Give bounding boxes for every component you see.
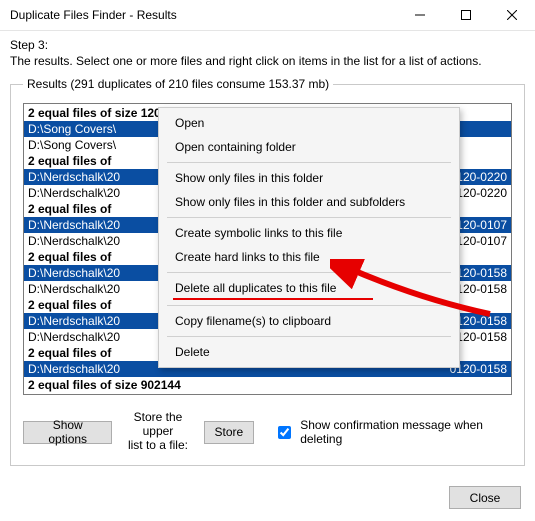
menu-item[interactable]: Create hard links to this file xyxy=(161,245,457,269)
window-controls xyxy=(397,0,535,30)
results-toolbar: Show options Store the upperlist to a fi… xyxy=(23,411,512,452)
menu-separator xyxy=(167,162,451,163)
step-heading: Step 3: xyxy=(10,37,525,53)
menu-separator xyxy=(167,272,451,273)
store-label: Store the upperlist to a file: xyxy=(122,411,193,452)
menu-separator xyxy=(167,336,451,337)
maximize-icon xyxy=(461,10,471,20)
window-title: Duplicate Files Finder - Results xyxy=(10,8,177,22)
close-window-button[interactable] xyxy=(489,0,535,30)
file-row[interactable]: D:\Nerdschalk\PowerToys\modules\ColorPic… xyxy=(24,393,511,395)
menu-item[interactable]: Delete xyxy=(161,340,457,364)
menu-item[interactable]: Open containing folder xyxy=(161,135,457,159)
results-legend: Results (291 duplicates of 210 files con… xyxy=(23,77,333,91)
menu-separator xyxy=(167,217,451,218)
results-list[interactable]: 2 equal files of size 120958327D:\Song C… xyxy=(23,103,512,395)
show-options-button[interactable]: Show options xyxy=(23,421,112,444)
step-area: Step 3: The results. Select one or more … xyxy=(0,31,535,77)
menu-item[interactable]: Delete all duplicates to this file xyxy=(161,276,457,300)
maximize-button[interactable] xyxy=(443,0,489,30)
menu-item[interactable]: Create symbolic links to this file xyxy=(161,221,457,245)
group-header-row[interactable]: 2 equal files of size 902144 xyxy=(24,377,511,393)
menu-item[interactable]: Show only files in this folder xyxy=(161,166,457,190)
minimize-button[interactable] xyxy=(397,0,443,30)
row-text: D:\Nerdschalk\PowerToys\modules\ColorPic… xyxy=(28,393,507,395)
close-button[interactable]: Close xyxy=(449,486,521,509)
menu-item[interactable]: Open xyxy=(161,111,457,135)
store-button[interactable]: Store xyxy=(204,421,255,444)
row-text: 2 equal files of size 902144 xyxy=(28,377,507,393)
step-description: The results. Select one or more files an… xyxy=(10,53,525,69)
context-menu[interactable]: OpenOpen containing folder Show only file… xyxy=(158,107,460,368)
confirm-delete-option[interactable]: Show confirmation message when deleting xyxy=(274,418,512,446)
menu-separator xyxy=(167,305,451,306)
menu-item[interactable]: Copy filename(s) to clipboard xyxy=(161,309,457,333)
close-icon xyxy=(507,10,517,20)
confirm-delete-checkbox[interactable] xyxy=(278,426,291,439)
titlebar: Duplicate Files Finder - Results xyxy=(0,0,535,31)
confirm-delete-label: Show confirmation message when deleting xyxy=(300,418,512,446)
dialog-footer: Close xyxy=(449,486,521,509)
menu-item[interactable]: Show only files in this folder and subfo… xyxy=(161,190,457,214)
annotation-underline xyxy=(173,298,373,300)
minimize-icon xyxy=(415,10,425,20)
results-group: Results (291 duplicates of 210 files con… xyxy=(10,77,525,465)
